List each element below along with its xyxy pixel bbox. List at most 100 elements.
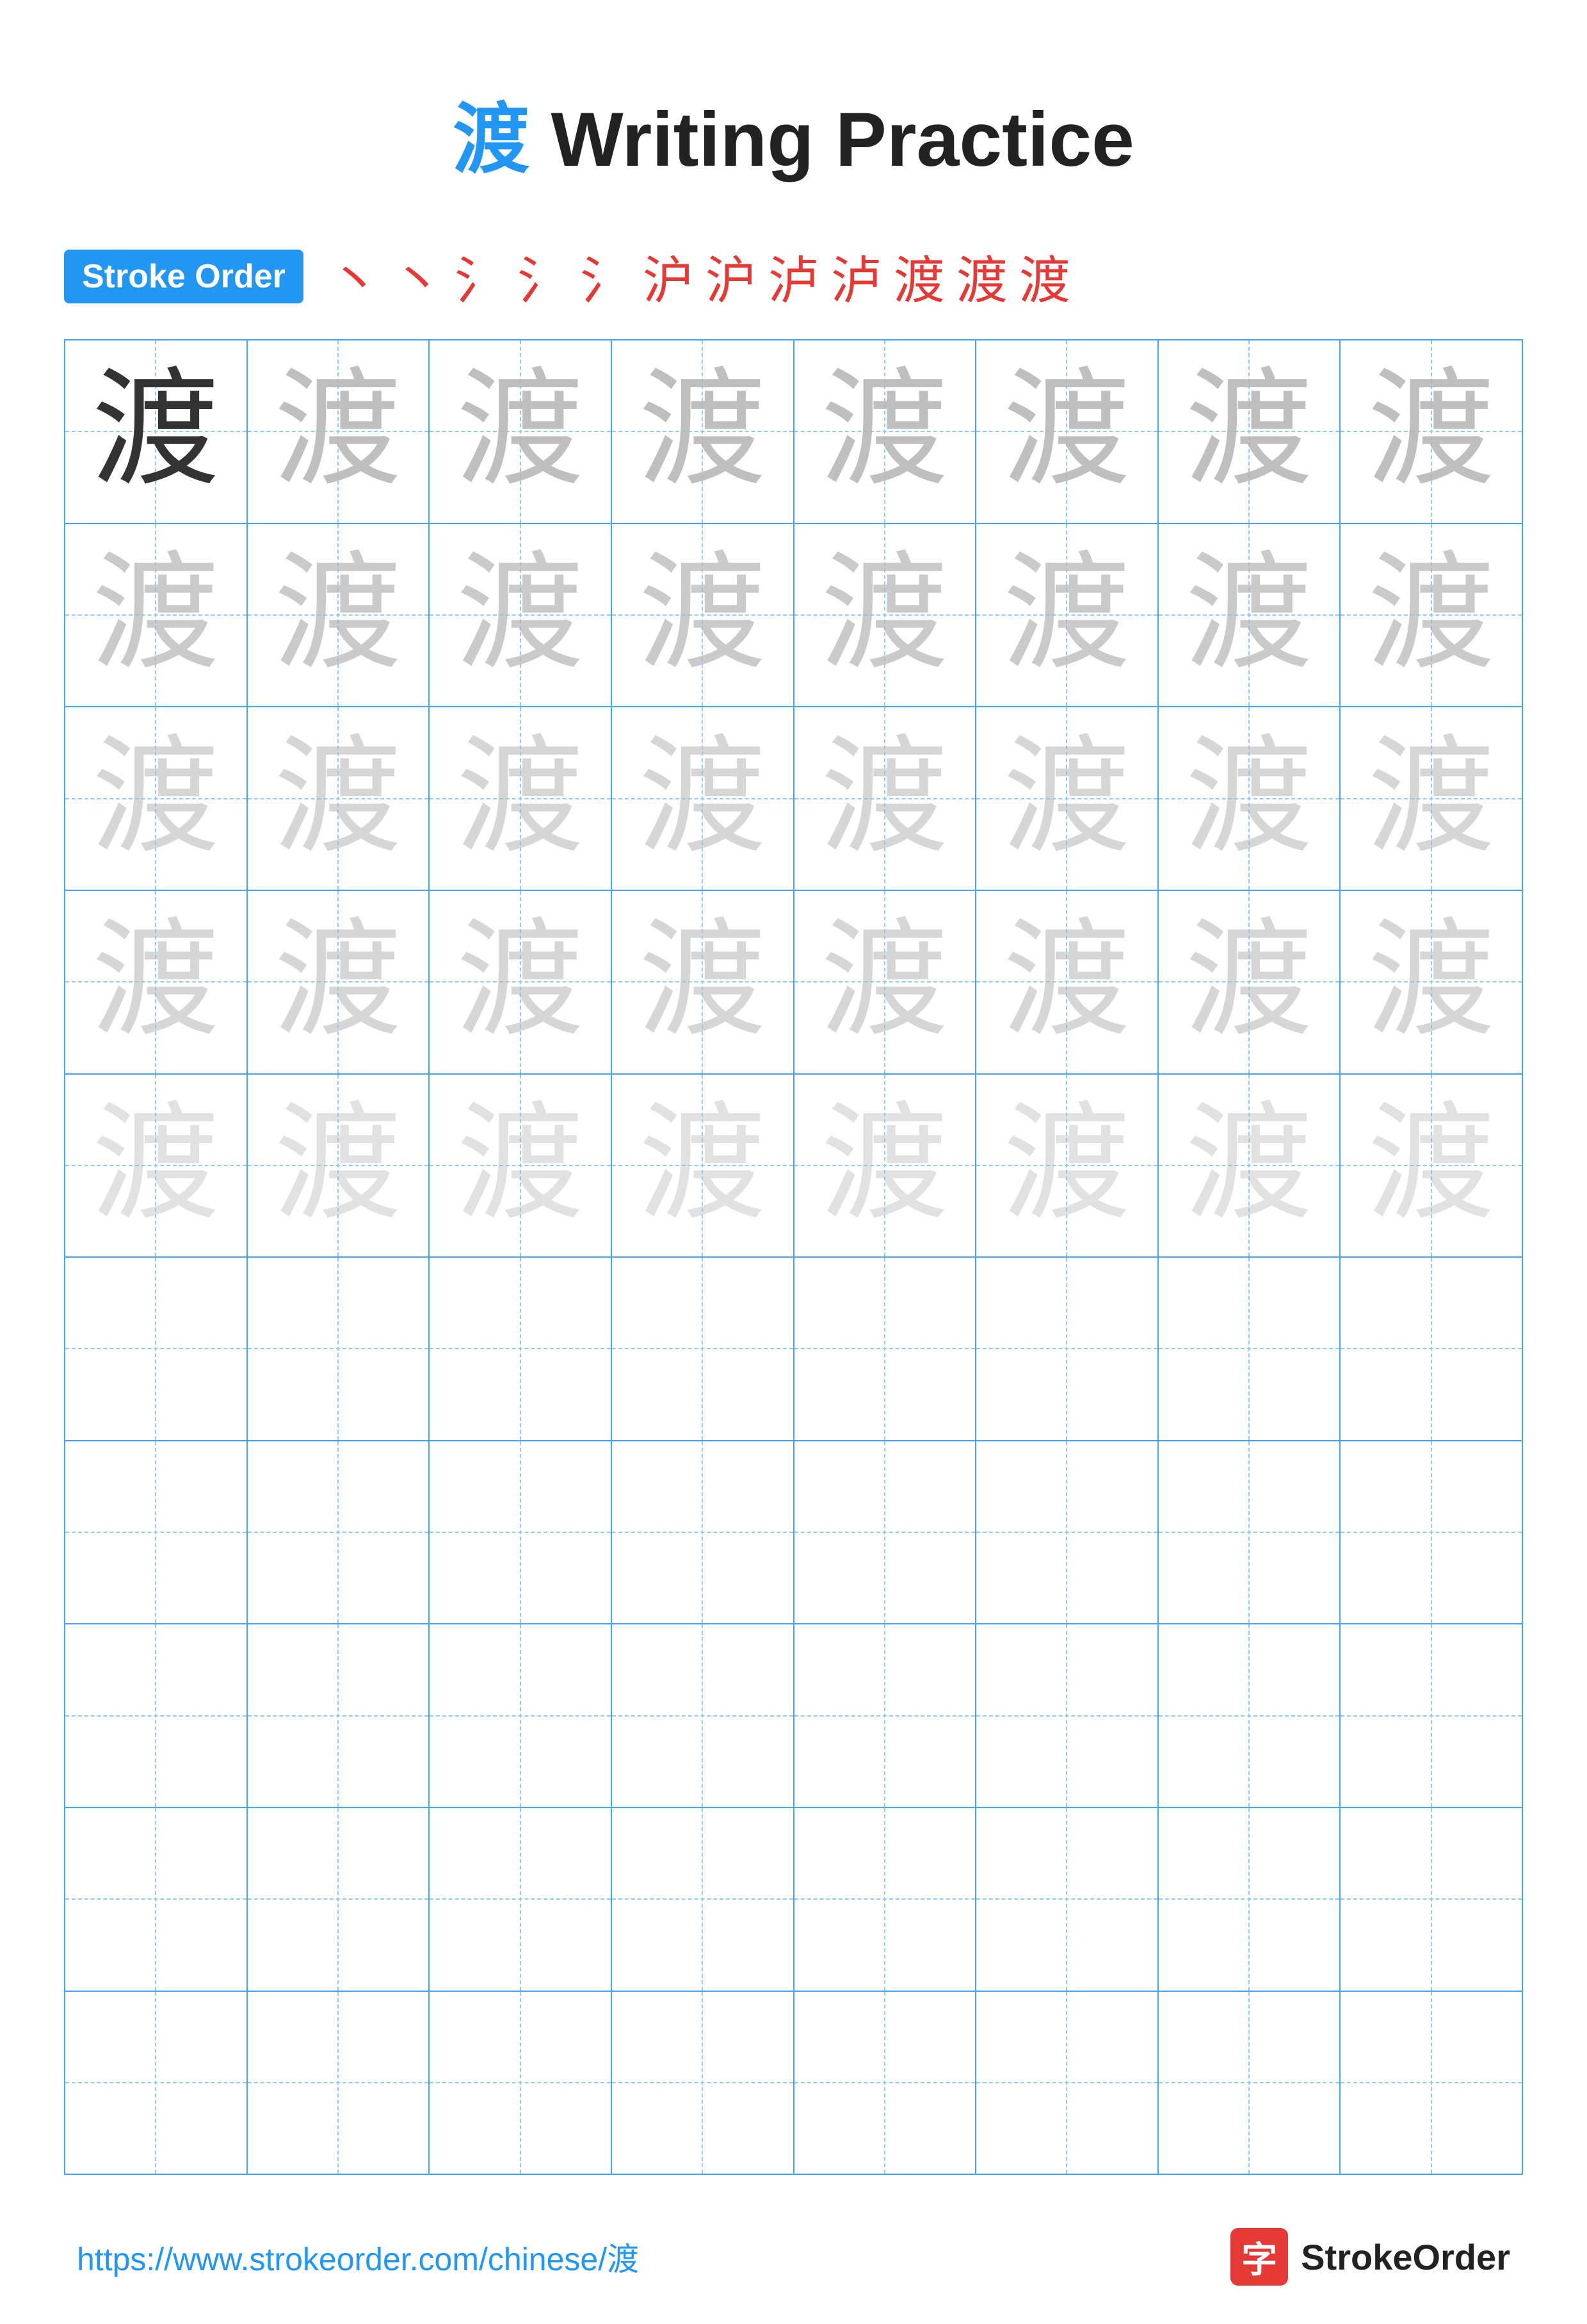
grid-cell-1-2[interactable]: 渡 bbox=[248, 341, 430, 523]
practice-char: 渡 bbox=[1185, 735, 1313, 863]
grid-cell-5-8[interactable]: 渡 bbox=[1341, 1075, 1522, 1257]
grid-cell-3-4[interactable]: 渡 bbox=[612, 707, 794, 890]
grid-cell-2-3[interactable]: 渡 bbox=[430, 524, 612, 707]
grid-cell-10-8[interactable] bbox=[1341, 1992, 1522, 2174]
practice-char: 渡 bbox=[821, 551, 949, 679]
grid-cell-5-4[interactable]: 渡 bbox=[612, 1075, 794, 1257]
grid-cell-7-8[interactable] bbox=[1341, 1441, 1522, 1624]
grid-cell-4-7[interactable]: 渡 bbox=[1159, 891, 1341, 1073]
grid-cell-9-3[interactable] bbox=[430, 1808, 612, 1991]
grid-row-7 bbox=[65, 1441, 1522, 1625]
grid-cell-1-5[interactable]: 渡 bbox=[794, 341, 977, 523]
grid-cell-10-2[interactable] bbox=[248, 1992, 430, 2174]
grid-cell-6-4[interactable] bbox=[612, 1258, 794, 1440]
grid-cell-7-7[interactable] bbox=[1159, 1441, 1341, 1624]
grid-cell-4-5[interactable]: 渡 bbox=[794, 891, 977, 1073]
grid-cell-10-3[interactable] bbox=[430, 1992, 612, 2174]
grid-cell-5-5[interactable]: 渡 bbox=[794, 1075, 977, 1257]
grid-cell-7-3[interactable] bbox=[430, 1441, 612, 1624]
grid-cell-6-3[interactable] bbox=[430, 1258, 612, 1440]
grid-cell-10-5[interactable] bbox=[794, 1992, 977, 2174]
grid-cell-7-5[interactable] bbox=[794, 1441, 977, 1624]
grid-cell-4-4[interactable]: 渡 bbox=[612, 891, 794, 1073]
grid-cell-8-7[interactable] bbox=[1159, 1624, 1341, 1807]
stroke-6: 沪 bbox=[643, 239, 694, 314]
grid-cell-2-8[interactable]: 渡 bbox=[1341, 524, 1522, 707]
grid-cell-9-7[interactable] bbox=[1159, 1808, 1341, 1991]
grid-cell-1-1[interactable]: 渡 bbox=[65, 341, 248, 523]
grid-cell-1-7[interactable]: 渡 bbox=[1159, 341, 1341, 523]
practice-char: 渡 bbox=[274, 367, 402, 495]
grid-cell-8-6[interactable] bbox=[976, 1624, 1159, 1807]
grid-cell-6-6[interactable] bbox=[976, 1258, 1159, 1440]
grid-cell-9-5[interactable] bbox=[794, 1808, 977, 1991]
grid-row-10 bbox=[65, 1992, 1522, 2174]
practice-char: 渡 bbox=[274, 918, 402, 1046]
grid-cell-2-5[interactable]: 渡 bbox=[794, 524, 977, 707]
grid-cell-2-2[interactable]: 渡 bbox=[248, 524, 430, 707]
grid-cell-3-1[interactable]: 渡 bbox=[65, 707, 248, 890]
grid-cell-3-7[interactable]: 渡 bbox=[1159, 707, 1341, 890]
grid-cell-2-4[interactable]: 渡 bbox=[612, 524, 794, 707]
grid-cell-10-4[interactable] bbox=[612, 1992, 794, 2174]
grid-cell-3-2[interactable]: 渡 bbox=[248, 707, 430, 890]
practice-char: 渡 bbox=[821, 1102, 949, 1230]
grid-cell-8-8[interactable] bbox=[1341, 1624, 1522, 1807]
grid-cell-8-3[interactable] bbox=[430, 1624, 612, 1807]
grid-cell-7-1[interactable] bbox=[65, 1441, 248, 1624]
brand-name: StrokeOrder bbox=[1301, 2236, 1510, 2278]
grid-cell-4-8[interactable]: 渡 bbox=[1341, 891, 1522, 1073]
grid-row-6 bbox=[65, 1258, 1522, 1441]
grid-cell-9-4[interactable] bbox=[612, 1808, 794, 1991]
grid-cell-10-7[interactable] bbox=[1159, 1992, 1341, 2174]
grid-cell-1-4[interactable]: 渡 bbox=[612, 341, 794, 523]
grid-cell-9-6[interactable] bbox=[976, 1808, 1159, 1991]
grid-cell-5-6[interactable]: 渡 bbox=[976, 1075, 1159, 1257]
grid-cell-3-6[interactable]: 渡 bbox=[976, 707, 1159, 890]
grid-cell-10-6[interactable] bbox=[976, 1992, 1159, 2174]
grid-cell-6-7[interactable] bbox=[1159, 1258, 1341, 1440]
grid-cell-5-3[interactable]: 渡 bbox=[430, 1075, 612, 1257]
grid-cell-1-3[interactable]: 渡 bbox=[430, 341, 612, 523]
grid-cell-3-8[interactable]: 渡 bbox=[1341, 707, 1522, 890]
grid-cell-7-6[interactable] bbox=[976, 1441, 1159, 1624]
practice-char: 渡 bbox=[1367, 1102, 1495, 1230]
grid-cell-6-5[interactable] bbox=[794, 1258, 977, 1440]
grid-cell-5-1[interactable]: 渡 bbox=[65, 1075, 248, 1257]
grid-cell-4-6[interactable]: 渡 bbox=[976, 891, 1159, 1073]
grid-cell-7-4[interactable] bbox=[612, 1441, 794, 1624]
grid-cell-7-2[interactable] bbox=[248, 1441, 430, 1624]
footer-url-link[interactable]: https://www.strokeorder.com/chinese/渡 bbox=[77, 2234, 639, 2280]
grid-cell-4-1[interactable]: 渡 bbox=[65, 891, 248, 1073]
grid-cell-5-7[interactable]: 渡 bbox=[1159, 1075, 1341, 1257]
grid-row-4: 渡 渡 渡 渡 渡 渡 渡 渡 bbox=[65, 891, 1522, 1075]
grid-cell-4-3[interactable]: 渡 bbox=[430, 891, 612, 1073]
stroke-7: 沪 bbox=[705, 239, 757, 314]
grid-cell-4-2[interactable]: 渡 bbox=[248, 891, 430, 1073]
grid-cell-2-7[interactable]: 渡 bbox=[1159, 524, 1341, 707]
stroke-1: 丶 bbox=[329, 239, 380, 314]
grid-cell-10-1[interactable] bbox=[65, 1992, 248, 2174]
grid-cell-9-1[interactable] bbox=[65, 1808, 248, 1991]
grid-cell-6-2[interactable] bbox=[248, 1258, 430, 1440]
grid-cell-8-1[interactable] bbox=[65, 1624, 248, 1807]
grid-cell-9-8[interactable] bbox=[1341, 1808, 1522, 1991]
grid-cell-1-8[interactable]: 渡 bbox=[1341, 341, 1522, 523]
practice-char: 渡 bbox=[1185, 918, 1313, 1046]
stroke-4: 氵 bbox=[517, 239, 568, 314]
grid-cell-8-5[interactable] bbox=[794, 1624, 977, 1807]
footer-brand: 字 StrokeOrder bbox=[1230, 2228, 1510, 2286]
grid-cell-9-2[interactable] bbox=[248, 1808, 430, 1991]
grid-cell-1-6[interactable]: 渡 bbox=[976, 341, 1159, 523]
practice-char: 渡 bbox=[1367, 551, 1495, 679]
grid-cell-3-3[interactable]: 渡 bbox=[430, 707, 612, 890]
grid-cell-2-1[interactable]: 渡 bbox=[65, 524, 248, 707]
grid-cell-6-8[interactable] bbox=[1341, 1258, 1522, 1440]
grid-cell-8-4[interactable] bbox=[612, 1624, 794, 1807]
page-title: 渡 Writing Practice bbox=[64, 77, 1523, 188]
grid-cell-5-2[interactable]: 渡 bbox=[248, 1075, 430, 1257]
grid-cell-8-2[interactable] bbox=[248, 1624, 430, 1807]
grid-cell-6-1[interactable] bbox=[65, 1258, 248, 1440]
grid-cell-3-5[interactable]: 渡 bbox=[794, 707, 977, 890]
grid-cell-2-6[interactable]: 渡 bbox=[976, 524, 1159, 707]
